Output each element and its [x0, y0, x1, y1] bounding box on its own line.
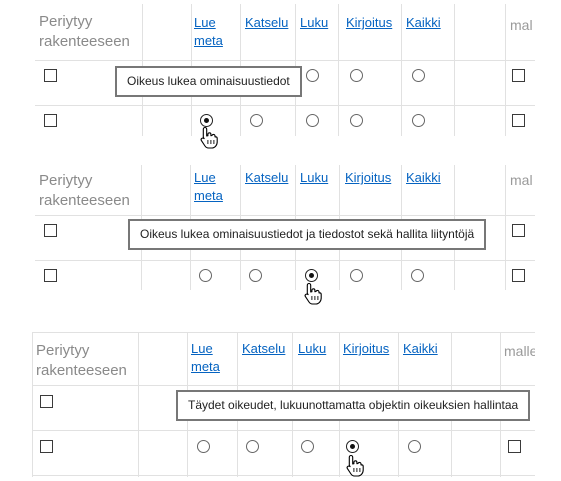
- radio-write[interactable]: [350, 114, 363, 127]
- radio-read[interactable]: [301, 440, 314, 453]
- column-header-all[interactable]: Kaikki: [406, 169, 441, 187]
- column-header-read-meta[interactable]: Lue meta: [191, 340, 220, 376]
- inherit-header: Periytyy rakenteeseen: [39, 13, 130, 50]
- radio-read[interactable]: [305, 269, 318, 282]
- radio-read-meta[interactable]: [199, 269, 212, 282]
- column-header-all[interactable]: Kaikki: [403, 340, 438, 358]
- column-header-read[interactable]: Luku: [300, 169, 328, 187]
- column-header-all[interactable]: Kaikki: [406, 14, 441, 32]
- inherit-header: Periytyy rakenteeseen: [36, 342, 127, 379]
- column-header-truncated: mal: [510, 172, 533, 188]
- radio-all[interactable]: [412, 69, 425, 82]
- column-header-read[interactable]: Luku: [298, 340, 326, 358]
- radio-view[interactable]: [250, 114, 263, 127]
- column-header-truncated: mal: [510, 17, 533, 33]
- column-header-write[interactable]: Kirjoitus: [345, 169, 391, 187]
- permission-tooltip: Oikeus lukea ominaisuustiedot: [115, 66, 302, 97]
- extra-checkbox[interactable]: [512, 269, 525, 282]
- permission-table-1: Periytyy rakenteeseen Lue meta Katselu L…: [35, 4, 535, 136]
- inherit-checkbox[interactable]: [44, 69, 57, 82]
- permission-table-2: Periytyy rakenteeseen Lue meta Katselu L…: [35, 165, 535, 290]
- radio-read[interactable]: [306, 114, 319, 127]
- radio-all[interactable]: [412, 114, 425, 127]
- radio-read[interactable]: [306, 69, 319, 82]
- permission-table-3: Periytyy rakenteeseen Lue meta Katselu L…: [32, 332, 535, 477]
- radio-write[interactable]: [350, 69, 363, 82]
- column-header-read-meta[interactable]: Lue meta: [194, 14, 223, 50]
- radio-write[interactable]: [346, 440, 359, 453]
- radio-all[interactable]: [408, 440, 421, 453]
- radio-read-meta[interactable]: [197, 440, 210, 453]
- extra-checkbox[interactable]: [512, 69, 525, 82]
- permission-tooltip: Oikeus lukea ominaisuustiedot ja tiedost…: [128, 219, 487, 250]
- inherit-checkbox[interactable]: [40, 395, 53, 408]
- inherit-header: Periytyy rakenteeseen: [39, 172, 130, 209]
- hand-pointer-icon: [304, 282, 322, 305]
- inherit-checkbox[interactable]: [44, 114, 57, 127]
- inherit-checkbox[interactable]: [44, 224, 57, 237]
- column-header-read-meta[interactable]: Lue meta: [194, 169, 223, 205]
- column-header-write[interactable]: Kirjoitus: [343, 340, 389, 358]
- column-header-view[interactable]: Katselu: [245, 169, 288, 187]
- column-header-write[interactable]: Kirjoitus: [346, 14, 392, 32]
- column-header-view[interactable]: Katselu: [245, 14, 288, 32]
- column-header-read[interactable]: Luku: [300, 14, 328, 32]
- inherit-checkbox[interactable]: [44, 269, 57, 282]
- column-header-view[interactable]: Katselu: [242, 340, 285, 358]
- permission-tooltip: Täydet oikeudet, lukuunottamatta objekti…: [176, 390, 531, 421]
- radio-all[interactable]: [411, 269, 424, 282]
- inherit-checkbox[interactable]: [40, 440, 53, 453]
- radio-view[interactable]: [246, 440, 259, 453]
- hand-pointer-icon: [346, 454, 364, 477]
- radio-write[interactable]: [350, 269, 363, 282]
- radio-view[interactable]: [249, 269, 262, 282]
- column-header-truncated: malle: [504, 343, 535, 359]
- extra-checkbox[interactable]: [512, 114, 525, 127]
- extra-checkbox[interactable]: [512, 224, 525, 237]
- hand-pointer-icon: [200, 126, 218, 149]
- extra-checkbox[interactable]: [508, 440, 521, 453]
